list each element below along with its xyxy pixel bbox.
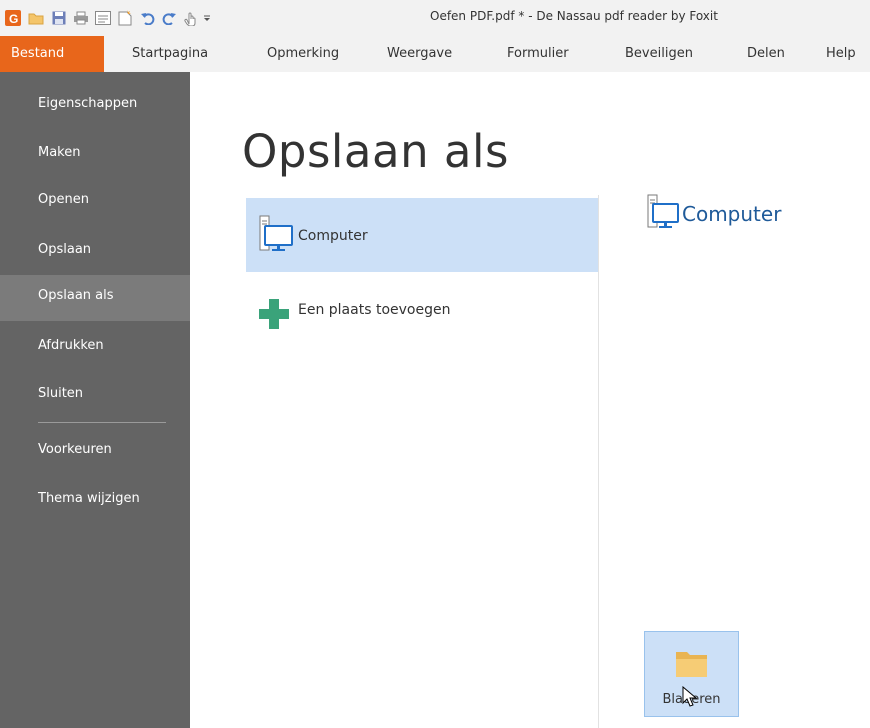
menu-item-eigenschappen[interactable]: Eigenschappen: [0, 83, 190, 127]
computer-icon: [256, 215, 294, 257]
redo-icon[interactable]: [160, 9, 178, 27]
menu-item-label: Voorkeuren: [38, 442, 112, 457]
menu-item-label: Thema wijzigen: [38, 491, 140, 506]
tab-startpagina[interactable]: Startpagina: [132, 46, 208, 61]
menu-divider: [38, 422, 166, 423]
page-title: Opslaan als: [242, 125, 509, 178]
hand-tool-icon[interactable]: [182, 9, 200, 27]
app-logo-icon[interactable]: G: [4, 9, 22, 27]
menu-item-sluiten[interactable]: Sluiten: [0, 373, 190, 417]
tab-weergave[interactable]: Weergave: [387, 46, 452, 61]
menu-item-opslaan-als[interactable]: Opslaan als: [0, 275, 190, 321]
tab-opmerking[interactable]: Opmerking: [267, 46, 339, 61]
folder-icon: [675, 649, 709, 683]
menu-item-thema-wijzigen[interactable]: Thema wijzigen: [0, 478, 190, 522]
column-divider: [598, 195, 599, 728]
menu-item-openen[interactable]: Openen: [0, 179, 190, 223]
svg-text:G: G: [9, 12, 18, 26]
tab-label: Bestand: [11, 46, 65, 61]
backstage-menu: Eigenschappen Maken Openen Opslaan Opsla…: [0, 72, 190, 728]
open-folder-icon[interactable]: [27, 9, 45, 27]
tab-beveiligen[interactable]: Beveiligen: [625, 46, 693, 61]
menu-item-voorkeuren[interactable]: Voorkeuren: [0, 429, 190, 473]
place-label: Computer: [298, 228, 368, 244]
title-bar: G Oefen PDF.pdf * - De Nassau pdf reader…: [0, 0, 870, 36]
window-title: Oefen PDF.pdf * - De Nassau pdf reader b…: [430, 9, 718, 23]
menu-item-label: Maken: [38, 145, 81, 160]
plus-icon: [256, 296, 292, 336]
print-icon[interactable]: [72, 9, 90, 27]
menu-item-afdrukken[interactable]: Afdrukken: [0, 325, 190, 369]
properties-icon[interactable]: [94, 9, 112, 27]
menu-item-maken[interactable]: Maken: [0, 132, 190, 176]
save-icon[interactable]: [50, 9, 68, 27]
menu-item-opslaan[interactable]: Opslaan: [0, 229, 190, 273]
tab-formulier[interactable]: Formulier: [507, 46, 569, 61]
menu-item-label: Opslaan: [38, 242, 92, 257]
undo-icon[interactable]: [139, 9, 157, 27]
computer-icon: [646, 193, 680, 235]
menu-item-label: Eigenschappen: [38, 96, 138, 111]
tab-delen[interactable]: Delen: [747, 46, 785, 61]
mouse-cursor-icon: [682, 685, 698, 712]
menu-item-label: Openen: [38, 192, 89, 207]
tab-bestand[interactable]: Bestand: [0, 36, 104, 72]
ribbon-tab-bar: Bestand Startpagina Opmerking Weergave F…: [0, 36, 870, 72]
new-icon[interactable]: [116, 9, 134, 27]
menu-item-label: Afdrukken: [38, 338, 104, 353]
place-label: Een plaats toevoegen: [298, 302, 451, 318]
menu-item-label: Opslaan als: [38, 288, 114, 303]
menu-item-label: Sluiten: [38, 386, 84, 401]
customize-dropdown-icon[interactable]: [200, 9, 214, 27]
tab-help[interactable]: Help: [826, 46, 856, 61]
places-list: Computer Een plaats toevoegen: [246, 195, 598, 728]
place-add-location[interactable]: Een plaats toevoegen: [246, 275, 598, 349]
location-heading-label: Computer: [682, 202, 782, 226]
place-computer[interactable]: Computer: [246, 198, 598, 272]
